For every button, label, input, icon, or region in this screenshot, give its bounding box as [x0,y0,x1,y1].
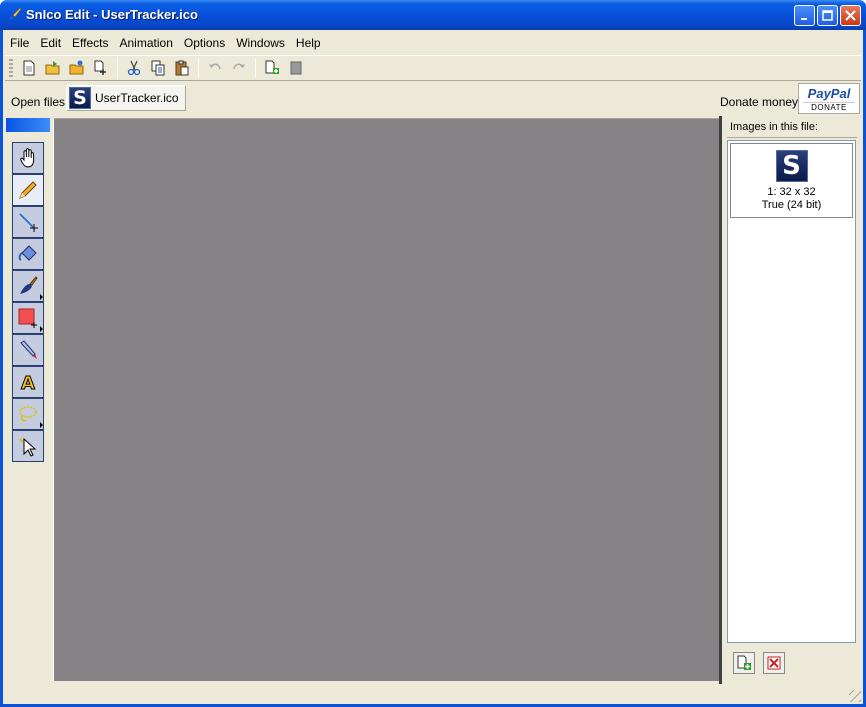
maximize-icon [822,10,833,21]
title-bar[interactable]: SnIco Edit - UserTracker.ico [0,0,866,30]
cursor-arrow-icon [19,437,37,457]
open-files-bar: Open files: S UserTracker.ico Donate mon… [3,82,863,114]
minimize-icon [800,17,807,20]
donate-label: Donate money: [720,95,802,109]
brush-tool-button[interactable] [12,270,44,302]
status-bar [3,684,863,704]
paypal-donate-text: DONATE [803,102,855,112]
file-s-icon: S [69,87,91,109]
paste-icon [175,60,189,76]
paste-button[interactable] [170,57,194,79]
image-list[interactable]: S 1: 32 x 32 True (24 bit) [727,140,856,643]
fill-tool-button[interactable] [12,238,44,270]
new-icon [23,60,35,76]
open-files-label: Open files: [11,95,69,109]
rectangle-icon [18,308,37,328]
paypal-logo: PayPal [807,86,851,101]
rectangle-tool-button[interactable] [12,302,44,334]
image-depth: True (24 bit) [761,199,822,211]
redo-icon [233,63,245,70]
lasso-icon [19,406,37,422]
close-button[interactable] [840,5,861,26]
maximize-button[interactable] [817,5,838,26]
add-image-panel-button[interactable] [733,652,755,674]
color-picker-tool-button[interactable] [12,334,44,366]
svg-text:A: A [21,373,35,393]
new-from-icon [94,60,106,75]
paint-bucket-icon [18,245,37,261]
hand-tool-button[interactable] [12,142,44,174]
window-title: SnIco Edit - UserTracker.ico [26,7,198,22]
minimize-button[interactable] [794,5,815,26]
menu-bar: File Edit Effects Animation Options Wind… [3,33,863,53]
submenu-arrow [40,294,43,300]
add-image-icon [265,60,279,74]
editor-canvas[interactable] [53,118,719,681]
images-panel-title: Images in this file: [730,121,819,133]
new-button[interactable] [17,57,41,79]
panel-buttons [733,652,785,674]
file-tab-name: UserTracker.ico [95,91,179,105]
pencil-tool-button[interactable] [12,174,44,206]
pencil-icon [19,181,37,199]
select-tool-button[interactable] [12,430,44,462]
open-button[interactable] [41,57,65,79]
delete-image-button[interactable] [284,57,308,79]
image-size: 1: 32 x 32 [767,186,816,198]
open-icon [45,61,60,75]
eyedropper-icon [20,340,37,359]
text-a-icon: A [21,373,36,394]
open-folder-icon [69,60,84,75]
cut-button[interactable] [122,57,146,79]
delete-image-icon [290,61,302,75]
toolbar-separator [117,59,118,77]
app-brush-icon [8,7,22,20]
open-folder-button[interactable] [65,57,89,79]
image-thumbnail-s-icon: S [775,150,808,182]
toolbar-grip[interactable] [9,59,13,77]
copy-button[interactable] [146,57,170,79]
toolbox-header[interactable] [6,118,50,132]
delete-image-panel-button[interactable] [763,652,785,674]
toolbar-separator [198,59,199,77]
menu-effects[interactable]: Effects [65,33,112,53]
menu-animation[interactable]: Animation [113,33,177,53]
app-window: SnIco Edit - UserTracker.ico File Edit E… [0,0,866,707]
line-tool-button[interactable] [12,206,44,238]
copy-icon [151,60,165,76]
resize-grip-icon[interactable] [849,690,861,702]
menu-file[interactable]: File [3,33,33,53]
divider [727,137,857,138]
add-image-button[interactable] [260,57,284,79]
close-icon [845,10,856,21]
menu-help[interactable]: Help [289,33,325,53]
menu-options[interactable]: Options [177,33,229,53]
brush-icon [20,276,38,294]
undo-icon [209,63,221,70]
paypal-donate-button[interactable]: PayPal DONATE [798,83,860,114]
hand-icon [20,148,35,168]
new-from-button[interactable] [89,57,113,79]
line-icon [19,213,38,232]
cut-icon [127,60,141,76]
submenu-arrow [40,422,43,428]
undo-button[interactable] [203,57,227,79]
client-area: File Edit Effects Animation Options Wind… [3,30,863,704]
menu-edit[interactable]: Edit [33,33,65,53]
toolbox: A [6,118,52,682]
lasso-tool-button[interactable] [12,398,44,430]
delete-image-icon [767,656,781,670]
submenu-arrow [40,326,43,332]
tool-list: A [12,142,45,462]
text-tool-button[interactable]: A [12,366,44,398]
panel-splitter[interactable] [719,116,722,684]
menu-windows[interactable]: Windows [229,33,289,53]
file-tab[interactable]: S UserTracker.ico [66,85,186,111]
toolbar [5,55,861,81]
image-item[interactable]: S 1: 32 x 32 True (24 bit) [730,143,853,218]
images-panel: Images in this file: S 1: 32 x 32 True (… [725,116,861,682]
add-image-icon [737,655,751,670]
toolbar-separator [255,59,256,77]
redo-button[interactable] [227,57,251,79]
